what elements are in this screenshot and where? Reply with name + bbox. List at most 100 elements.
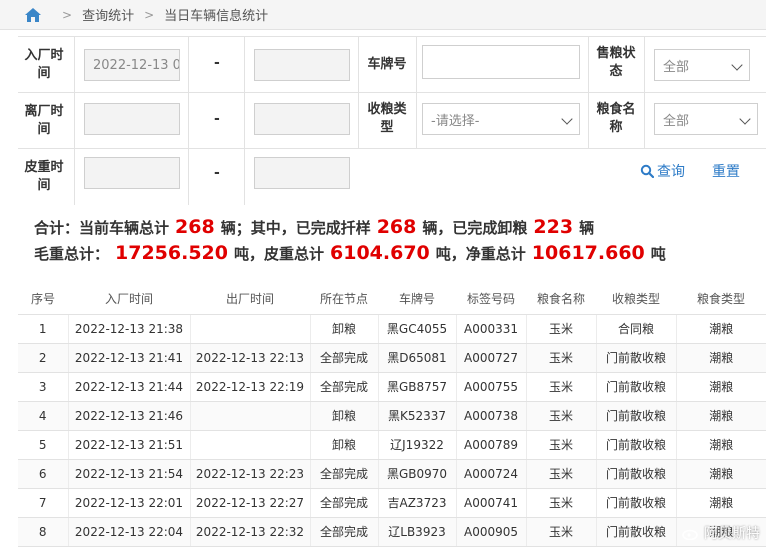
table-cell-receive-type: 门前散收粮 xyxy=(595,517,676,547)
table-cell-grain-type: 潮粮 xyxy=(675,372,766,402)
table-header-node: 所在节点 xyxy=(310,284,378,315)
table-cell-plate: 黑D65081 xyxy=(377,343,456,373)
table-row[interactable]: 7 2022-12-13 22:01 2022-12-13 22:27 全部完成 吉AZ… xyxy=(18,488,766,518)
weibo-icon xyxy=(682,529,698,540)
table-row[interactable]: 4 2022-12-13 21:46 卸粮 黑K52337 A000738 玉米 门前散收粮… xyxy=(18,401,766,431)
table-cell-grain-type: 潮粮 xyxy=(675,488,766,518)
table-cell-receive-type: 门前散收粮 xyxy=(595,372,676,402)
table-cell-entry-time: 2022-12-13 22:04 xyxy=(67,517,190,547)
table-cell-node: 全部完成 xyxy=(309,372,378,402)
table-cell-grain-name: 玉米 xyxy=(525,517,596,547)
table-cell-receive-type: 门前散收粮 xyxy=(595,343,676,373)
table-header-entry-time: 入厂时间 xyxy=(68,284,190,315)
table-row[interactable]: 6 2022-12-13 21:54 2022-12-13 22:23 全部完成 黑GB… xyxy=(18,459,766,489)
table-cell-tag: A000755 xyxy=(455,372,526,402)
table-cell-entry-time: 2022-12-13 21:46 xyxy=(67,401,190,431)
table-cell-entry-time: 2022-12-13 22:01 xyxy=(67,488,190,518)
range-separator: - xyxy=(214,55,220,71)
breadcrumb: > 查询统计 > 当日车辆信息统计 xyxy=(0,0,766,30)
query-label: 查询 xyxy=(657,164,685,180)
table-cell-exit-time xyxy=(189,401,310,431)
table-cell-grain-name: 玉米 xyxy=(525,314,596,344)
table-row[interactable]: 8 2022-12-13 22:04 2022-12-13 22:32 全部完成 辽LB… xyxy=(18,517,766,547)
receive-type-select[interactable]: -请选择- xyxy=(422,103,580,135)
table-row[interactable]: 5 2022-12-13 21:51 卸粮 辽J19322 A000789 玉米 门前散收粮… xyxy=(18,430,766,460)
table-cell-index: 8 xyxy=(18,517,68,547)
filter-row-exit: 离厂时间 - 收粮类型 -请选择- 粮食名称 全部 xyxy=(18,93,766,149)
breadcrumb-item-query-stats[interactable]: 查询统计 xyxy=(82,5,134,24)
chevron-right-icon: > xyxy=(62,7,73,22)
table-cell-exit-time xyxy=(189,314,310,344)
plate-input[interactable] xyxy=(422,45,580,79)
vehicle-table: 序号 入厂时间 出厂时间 所在节点 车牌号 标签号码 粮食名称 收粮类型 粮食类型 1 2022-… xyxy=(18,284,766,547)
summary-text: 辆；其中，已完成扦样 xyxy=(220,219,371,237)
table-cell-exit-time: 2022-12-13 22:27 xyxy=(189,488,310,518)
table-header-grain-type: 粮食类型 xyxy=(676,284,766,315)
grain-name-select[interactable]: 全部 xyxy=(654,103,758,135)
sale-status-label: 售粮状态 xyxy=(596,46,636,79)
reset-button[interactable]: 重置 xyxy=(712,161,740,181)
table-cell-grain-name: 玉米 xyxy=(525,372,596,402)
table-cell-grain-type: 潮粮 xyxy=(675,314,766,344)
table-header-exit-time: 出厂时间 xyxy=(190,284,310,315)
query-button[interactable]: 查询 xyxy=(640,161,685,181)
chevron-down-icon xyxy=(731,59,743,71)
home-icon[interactable] xyxy=(24,7,42,23)
table-cell-entry-time: 2022-12-13 21:44 xyxy=(67,372,190,402)
table-cell-tag: A000789 xyxy=(455,430,526,460)
table-cell-exit-time: 2022-12-13 22:32 xyxy=(189,517,310,547)
exit-time-start-input[interactable] xyxy=(84,103,180,135)
sale-status-select[interactable]: 全部 xyxy=(654,49,750,81)
table-cell-grain-name: 玉米 xyxy=(525,430,596,460)
table-cell-tag: A000331 xyxy=(455,314,526,344)
table-cell-grain-name: 玉米 xyxy=(525,459,596,489)
entry-time-label: 入厂时间 xyxy=(24,48,64,81)
summary-text: 吨 xyxy=(650,245,666,263)
table-cell-receive-type: 门前散收粮 xyxy=(595,488,676,518)
table-header-plate: 车牌号 xyxy=(378,284,456,315)
summary-text: 毛重总计： xyxy=(34,245,110,263)
table-row[interactable]: 2 2022-12-13 21:41 2022-12-13 22:13 全部完成 黑D6… xyxy=(18,343,766,373)
tare-time-label: 皮重时间 xyxy=(24,160,64,193)
table-cell-plate: 黑GB0970 xyxy=(377,459,456,489)
table-body: 1 2022-12-13 21:38 卸粮 黑GC4055 A000331 玉米 合同粮 潮粮… xyxy=(18,314,766,547)
chevron-down-icon xyxy=(561,113,573,125)
table-cell-index: 6 xyxy=(18,459,68,489)
table-cell-tag: A000738 xyxy=(455,401,526,431)
table-cell-node: 卸粮 xyxy=(309,401,378,431)
table-cell-exit-time: 2022-12-13 22:23 xyxy=(189,459,310,489)
sale-status-value: 全部 xyxy=(663,59,690,75)
table-cell-tag: A000724 xyxy=(455,459,526,489)
table-header-row: 序号 入厂时间 出厂时间 所在节点 车牌号 标签号码 粮食名称 收粮类型 粮食类型 xyxy=(18,284,766,315)
table-cell-node: 全部完成 xyxy=(309,343,378,373)
table-row[interactable]: 1 2022-12-13 21:38 卸粮 黑GC4055 A000331 玉米 合同粮 潮粮 xyxy=(18,314,766,344)
table-cell-grain-name: 玉米 xyxy=(525,401,596,431)
search-icon xyxy=(640,164,654,178)
entry-time-start-input[interactable]: 2022-12-13 0 xyxy=(84,49,180,81)
entry-time-end-input[interactable] xyxy=(254,49,350,81)
table-cell-plate: 黑GC4055 xyxy=(377,314,456,344)
tare-time-end-input[interactable] xyxy=(254,157,350,189)
watermark: 阿贝斯特 xyxy=(682,523,760,543)
exit-time-end-input[interactable] xyxy=(254,103,350,135)
table-cell-exit-time: 2022-12-13 22:19 xyxy=(189,372,310,402)
table-cell-grain-name: 玉米 xyxy=(525,488,596,518)
unloaded-count: 223 xyxy=(533,216,574,238)
receive-type-value: -请选择- xyxy=(431,113,480,129)
table-cell-node: 全部完成 xyxy=(309,459,378,489)
filter-form: 入厂时间 2022-12-13 0 - 车牌号 售粮状态 全部 离厂时间 - 收… xyxy=(18,36,766,205)
table-cell-entry-time: 2022-12-13 21:38 xyxy=(67,314,190,344)
filter-row-entry: 入厂时间 2022-12-13 0 - 车牌号 售粮状态 全部 xyxy=(18,37,766,93)
summary-text: 辆，已完成卸粮 xyxy=(422,219,528,237)
table-header-index: 序号 xyxy=(18,284,68,315)
sampled-count: 268 xyxy=(376,216,417,238)
gross-weight-total: 17256.520 xyxy=(115,242,228,264)
table-cell-index: 1 xyxy=(18,314,68,344)
table-cell-tag: A000905 xyxy=(455,517,526,547)
tare-time-start-input[interactable] xyxy=(84,157,180,189)
summary-text: 吨，净重总计 xyxy=(435,245,526,263)
table-row[interactable]: 3 2022-12-13 21:44 2022-12-13 22:19 全部完成 黑GB… xyxy=(18,372,766,402)
table-cell-receive-type: 门前散收粮 xyxy=(595,459,676,489)
table-cell-entry-time: 2022-12-13 21:54 xyxy=(67,459,190,489)
summary-text: 辆 xyxy=(579,219,595,237)
